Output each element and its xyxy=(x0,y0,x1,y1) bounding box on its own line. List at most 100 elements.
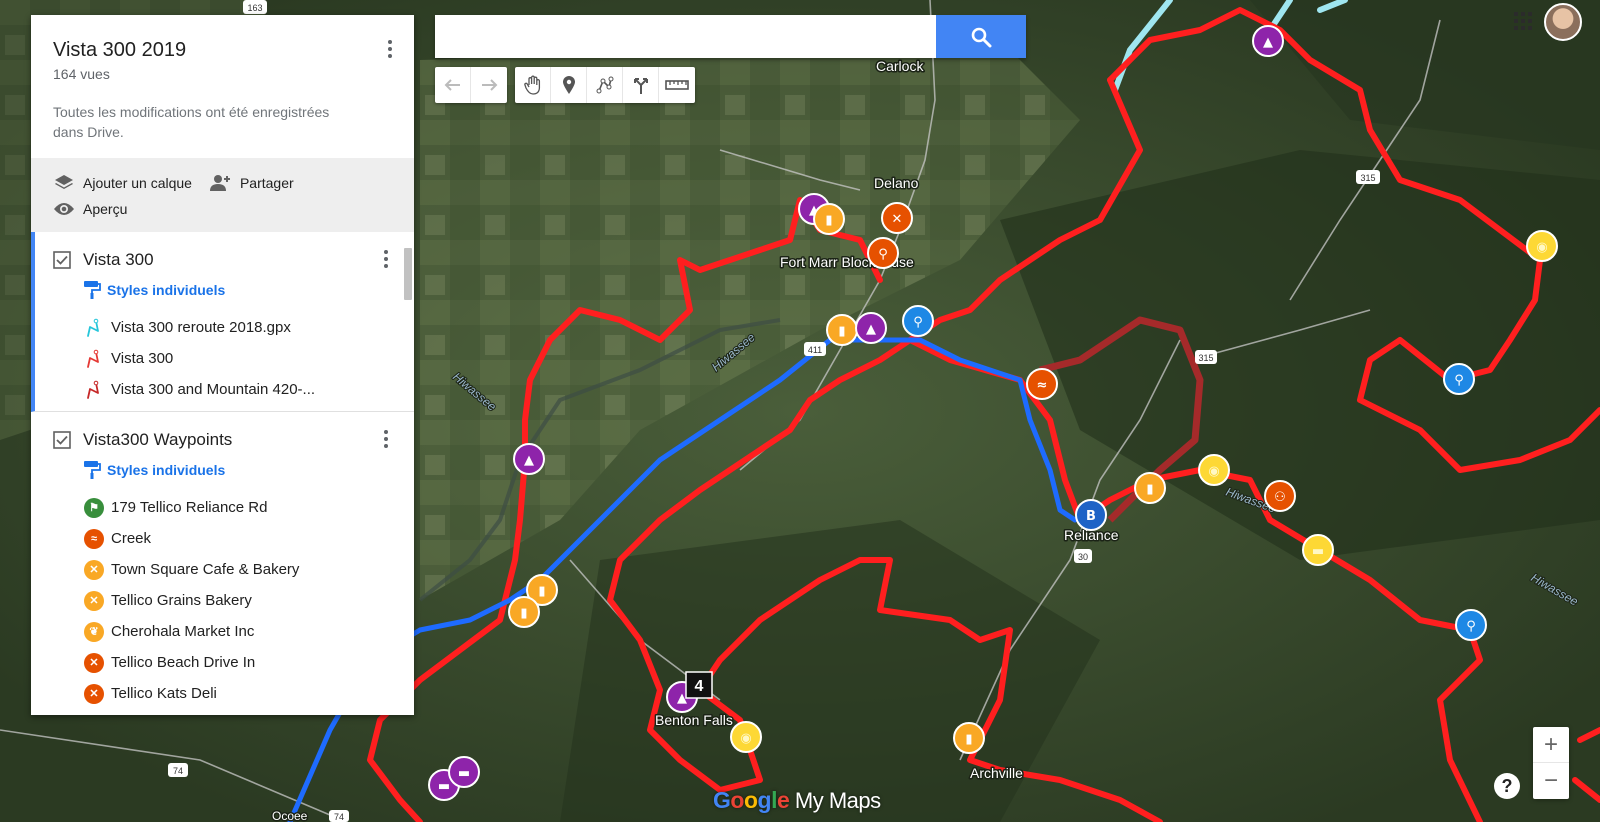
sidebar-scrollbar[interactable] xyxy=(404,248,412,300)
water-marker[interactable]: ⚲ xyxy=(1455,609,1487,641)
svg-text:✕: ✕ xyxy=(892,212,903,227)
apps-grid-icon[interactable] xyxy=(1514,12,1532,30)
feature-item[interactable]: ✕ Tellico Beach Drive In xyxy=(83,647,392,678)
photo-marker[interactable]: ◉ xyxy=(730,721,762,753)
layer-visibility-checkbox[interactable] xyxy=(53,251,71,269)
svg-text:≈: ≈ xyxy=(1037,378,1048,393)
layer-name[interactable]: Vista 300 xyxy=(83,250,154,270)
feature-item[interactable]: ⚑ 179 Tellico Reliance Rd xyxy=(83,492,392,523)
map-toolbar xyxy=(435,67,695,103)
map-sidebar: Vista 300 2019 164 vues Toutes les modif… xyxy=(31,15,414,715)
add-marker-button[interactable] xyxy=(551,67,587,103)
layer-vista-300[interactable]: Vista 300 Styles individuels Vista 300 r… xyxy=(31,232,414,412)
preview-button[interactable]: Aperçu xyxy=(53,201,127,217)
restaurant-marker[interactable]: ✕ xyxy=(881,202,913,234)
svg-text:⚇: ⚇ xyxy=(1274,490,1286,505)
svg-text:◉: ◉ xyxy=(1536,240,1547,255)
svg-text:4: 4 xyxy=(695,678,704,695)
undo-icon xyxy=(444,79,460,91)
feature-item[interactable]: Vista 300 xyxy=(83,343,392,374)
photo-marker[interactable]: ◉ xyxy=(1526,230,1558,262)
grocery-marker[interactable]: ▮ xyxy=(1134,472,1166,504)
svg-text:▲: ▲ xyxy=(866,322,876,337)
feature-item[interactable]: ✕ Tellico Grains Bakery xyxy=(83,585,392,616)
restaurant-icon: ✕ xyxy=(83,652,105,674)
measure-button[interactable] xyxy=(659,67,695,103)
redo-icon xyxy=(482,79,498,91)
svg-text:◉: ◉ xyxy=(1208,464,1219,479)
route-icon xyxy=(83,317,105,339)
feature-item[interactable]: Vista 300 reroute 2018.gpx xyxy=(83,312,392,343)
undo-button[interactable] xyxy=(435,67,471,103)
feature-label: Creek xyxy=(111,530,152,547)
add-layer-button[interactable]: Ajouter un calque xyxy=(53,173,192,193)
map-options-menu-icon[interactable] xyxy=(380,37,400,61)
search-button[interactable] xyxy=(936,15,1026,58)
search-input[interactable] xyxy=(435,15,936,58)
water-marker[interactable]: ⚲ xyxy=(902,305,934,337)
feature-item[interactable]: Vista 300 and Mountain 420-... xyxy=(83,374,392,405)
grocery-icon: ❦ xyxy=(83,621,105,643)
grocery-marker[interactable]: ▮ xyxy=(813,203,845,235)
svg-text:⚲: ⚲ xyxy=(913,315,923,330)
directions-icon xyxy=(633,78,648,94)
redo-button[interactable] xyxy=(471,67,507,103)
svg-text:▬: ▬ xyxy=(1312,544,1324,559)
lodging-marker[interactable]: ▬ xyxy=(1302,534,1334,566)
layer-options-menu-icon[interactable] xyxy=(376,430,396,454)
individual-styles-link[interactable]: Styles individuels xyxy=(83,280,392,300)
layer-options-menu-icon[interactable] xyxy=(376,250,396,274)
feature-label: Tellico Grains Bakery xyxy=(111,592,252,609)
hotel-marker[interactable]: ▬ xyxy=(448,756,480,788)
bus-marker[interactable]: B xyxy=(1075,499,1107,531)
map-title[interactable]: Vista 300 2019 xyxy=(53,39,392,62)
route-icon xyxy=(83,379,105,401)
grocery-marker[interactable]: ▮ xyxy=(953,722,985,754)
route-icon xyxy=(83,348,105,370)
feature-item[interactable]: ❦ Cherohala Market Inc xyxy=(83,616,392,647)
zoom-out-button[interactable]: − xyxy=(1533,763,1569,799)
feature-label: Cherohala Market Inc xyxy=(111,623,255,640)
directions-button[interactable] xyxy=(623,67,659,103)
layer-vista300-waypoints[interactable]: Vista300 Waypoints Styles individuels ⚑ 1… xyxy=(31,412,414,715)
google-my-maps-logo: Google My Maps xyxy=(713,787,881,813)
hand-icon xyxy=(523,75,540,95)
user-avatar[interactable] xyxy=(1544,3,1582,41)
draw-line-button[interactable] xyxy=(587,67,623,103)
checkbox-checked-icon xyxy=(53,251,71,269)
photo-marker[interactable]: ◉ xyxy=(1198,454,1230,486)
cluster-marker[interactable]: 4 xyxy=(685,671,713,699)
camp-marker[interactable]: ▲ xyxy=(513,443,545,475)
share-button[interactable]: Partager xyxy=(208,173,294,193)
search-bar xyxy=(435,15,1026,58)
layer-name[interactable]: Vista300 Waypoints xyxy=(83,430,232,450)
add-layer-label: Ajouter un calque xyxy=(83,175,192,191)
label-archville: Archville xyxy=(970,765,1023,781)
bike-marker[interactable]: ⚲ xyxy=(867,237,899,269)
lake-marker[interactable]: ≈ xyxy=(1026,368,1058,400)
camp-marker[interactable]: ▲ xyxy=(1252,25,1284,57)
restaurant-icon: ✕ xyxy=(83,683,105,705)
grocery-marker[interactable]: ▮ xyxy=(826,314,858,346)
svg-text:74: 74 xyxy=(173,766,183,776)
feature-item[interactable]: ✕ Tellico Kats Deli xyxy=(83,678,392,709)
camp-marker[interactable]: ▲ xyxy=(855,312,887,344)
label-benton-falls: Benton Falls xyxy=(655,712,733,728)
individual-styles-link[interactable]: Styles individuels xyxy=(83,460,392,480)
feature-item[interactable]: ≈ Creek xyxy=(83,523,392,554)
svg-text:B: B xyxy=(1086,509,1096,524)
grocery-marker[interactable]: ▮ xyxy=(508,596,540,628)
feature-label: 179 Tellico Reliance Rd xyxy=(111,499,268,516)
water-marker[interactable]: ⚲ xyxy=(1443,363,1475,395)
restroom-marker[interactable]: ⚇ xyxy=(1264,480,1296,512)
shield-315: 315 xyxy=(1356,170,1380,184)
flag-icon: ⚑ xyxy=(83,497,105,519)
svg-text:411: 411 xyxy=(808,345,822,355)
feature-item[interactable]: ✕ Town Square Cafe & Bakery xyxy=(83,554,392,585)
zoom-in-button[interactable]: + xyxy=(1533,727,1569,763)
svg-text:◉: ◉ xyxy=(740,731,751,746)
layer-visibility-checkbox[interactable] xyxy=(53,431,71,449)
shield-74: 74 xyxy=(168,763,188,777)
pan-tool-button[interactable] xyxy=(515,67,551,103)
help-button[interactable]: ? xyxy=(1494,773,1520,799)
